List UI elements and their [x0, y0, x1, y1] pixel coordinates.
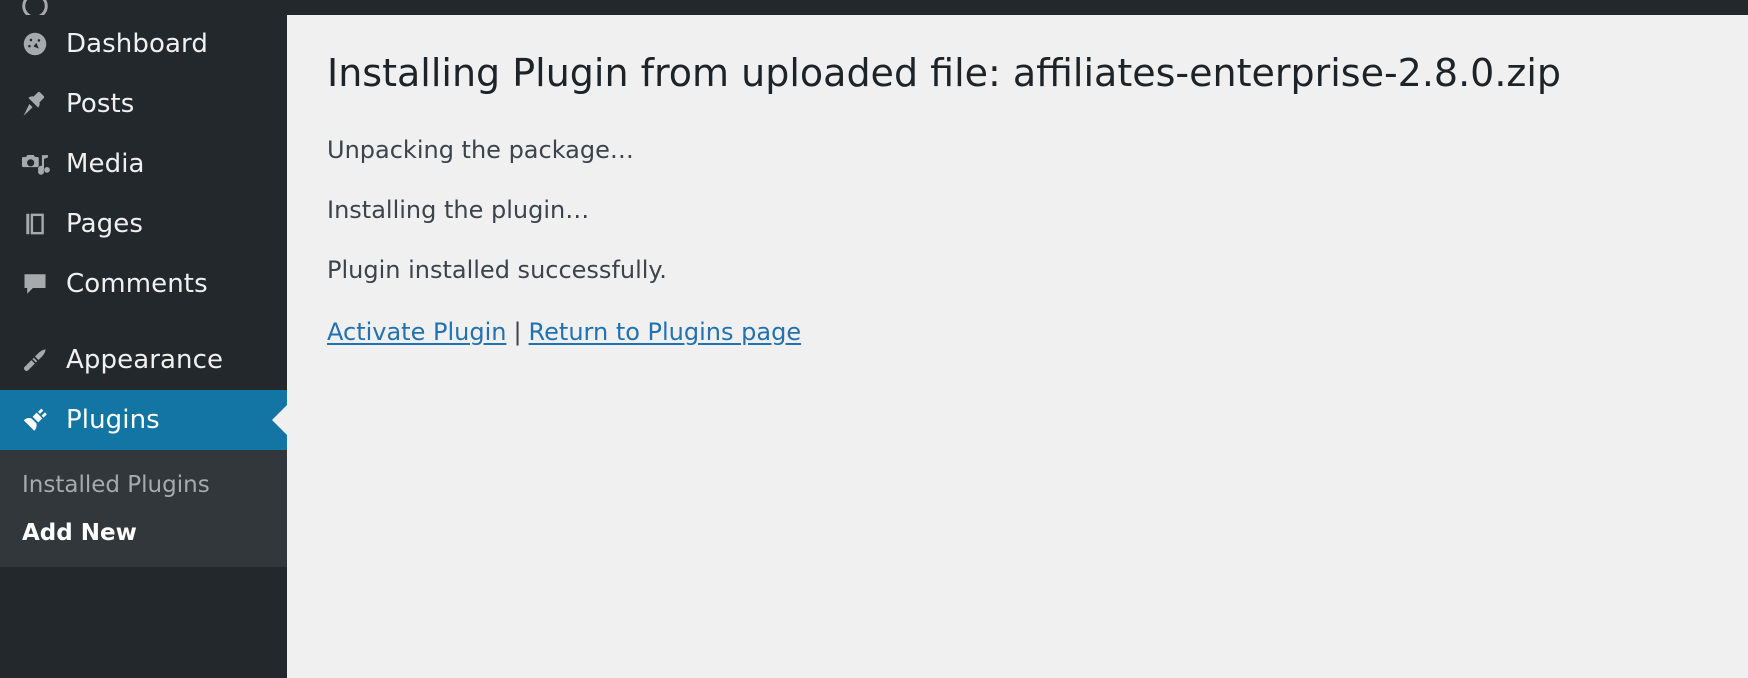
status-line-unpacking: Unpacking the package… [327, 135, 634, 164]
sidebar-item-media[interactable]: Media [0, 134, 287, 194]
sidebar-subitem-add-new[interactable]: Add New [0, 510, 287, 558]
sidebar-item-partial-top[interactable] [0, 0, 287, 15]
sidebar-item-comments[interactable]: Comments [0, 254, 287, 314]
circle-icon [14, 0, 66, 15]
media-icon [14, 149, 66, 179]
pin-icon [14, 89, 66, 119]
sidebar-subitem-installed-plugins[interactable]: Installed Plugins [0, 462, 287, 510]
link-separator: | [513, 317, 522, 346]
status-line-success: Plugin installed successfully. [327, 255, 667, 284]
sidebar-item-label: Appearance [66, 345, 224, 375]
admin-sidebar: Dashboard Posts Media Pages Comments App… [0, 0, 287, 678]
main-content: Installing Plugin from uploaded file: af… [287, 15, 1748, 678]
sidebar-submenu-plugins: Installed Plugins Add New [0, 450, 287, 568]
sidebar-item-pages[interactable]: Pages [0, 194, 287, 254]
plug-icon [14, 405, 66, 435]
page-title: Installing Plugin from uploaded file: af… [327, 51, 1562, 95]
status-line-installing: Installing the plugin… [327, 195, 590, 224]
sidebar-separator [0, 314, 287, 330]
sidebar-menu-list: Dashboard Posts Media Pages Comments App… [0, 0, 287, 568]
sidebar-item-label: Pages [66, 209, 143, 239]
comments-icon [14, 269, 66, 299]
sidebar-item-label: Media [66, 149, 145, 179]
return-to-plugins-link[interactable]: Return to Plugins page [529, 318, 802, 346]
sidebar-item-dashboard[interactable]: Dashboard [0, 14, 287, 74]
sidebar-item-label: Dashboard [66, 29, 208, 59]
paintbrush-icon [14, 345, 66, 375]
action-links-row: Activate Plugin | Return to Plugins page [327, 314, 1748, 350]
sidebar-item-label: Posts [66, 89, 135, 119]
sidebar-item-label: Plugins [66, 405, 160, 435]
pages-icon [14, 209, 66, 239]
sidebar-item-label: Comments [66, 269, 208, 299]
sidebar-item-appearance[interactable]: Appearance [0, 330, 287, 390]
wordpress-admin-screen: Dashboard Posts Media Pages Comments App… [0, 0, 1748, 678]
dashboard-icon [14, 29, 66, 59]
activate-plugin-link[interactable]: Activate Plugin [327, 318, 506, 346]
sidebar-item-plugins[interactable]: Plugins [0, 390, 287, 450]
admin-bar-item-stub-right[interactable] [415, 0, 429, 15]
sidebar-item-posts[interactable]: Posts [0, 74, 287, 134]
